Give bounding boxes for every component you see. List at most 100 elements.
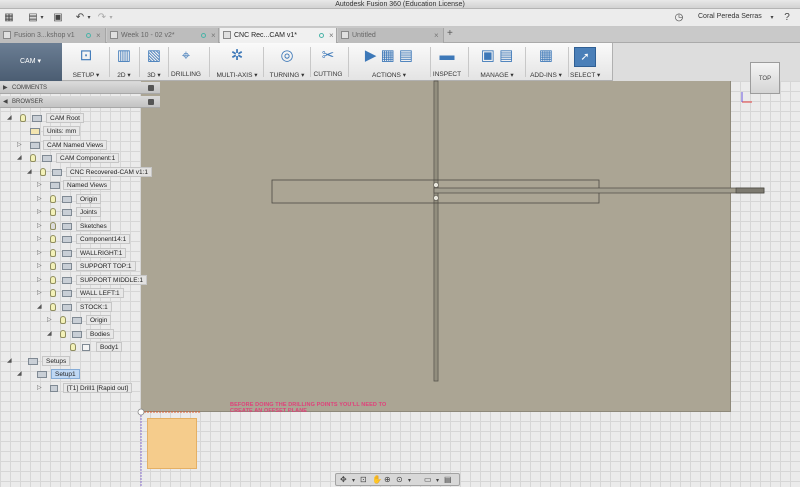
visibility-bulb-icon[interactable]	[30, 154, 36, 162]
tree-node-label: Sketches	[76, 221, 111, 231]
drill-operation-icon	[50, 385, 58, 392]
visibility-bulb-icon[interactable]	[50, 249, 56, 257]
comments-panel-title: COMMENTS	[12, 85, 47, 91]
folder-icon	[32, 115, 42, 122]
component-icon	[52, 169, 62, 176]
tree-node-label: CAM Root	[46, 113, 84, 123]
expand-arrow-icon[interactable]: ▷	[37, 289, 44, 296]
collapse-arrow-icon[interactable]: ◢	[7, 114, 14, 121]
collapse-arrow-icon[interactable]: ◢	[47, 330, 54, 337]
orbit-dropdown-icon[interactable]: ▾	[352, 477, 355, 484]
tree-node-label: Setups	[42, 356, 71, 366]
expand-arrow-icon[interactable]: ▷	[37, 181, 44, 188]
component-icon	[62, 250, 72, 257]
component-icon	[62, 236, 72, 243]
panel-pin-icon[interactable]	[148, 99, 154, 105]
folder-icon	[50, 182, 60, 189]
expand-arrow-icon[interactable]: ▷	[37, 222, 44, 229]
component-icon	[62, 304, 72, 311]
fixture-body[interactable]	[147, 418, 197, 469]
component-icon	[62, 290, 72, 297]
expand-arrow-icon[interactable]: ▶	[3, 82, 8, 94]
drill-point-marker[interactable]	[433, 195, 439, 201]
visibility-bulb-icon[interactable]	[70, 343, 76, 351]
tree-node-label: Component14:1	[76, 234, 131, 244]
tree-node-label: Units: mm	[43, 126, 81, 136]
folder-icon	[62, 196, 72, 203]
visibility-bulb-icon[interactable]	[50, 195, 56, 203]
visibility-bulb-icon[interactable]	[50, 303, 56, 311]
component-icon	[62, 263, 72, 270]
view-cube-axes-icon	[741, 92, 752, 103]
browser-panel-header[interactable]: ◀ BROWSER	[0, 96, 160, 108]
drill-point-marker[interactable]	[433, 182, 439, 188]
folder-icon	[62, 209, 72, 216]
visibility-bulb-icon[interactable]	[40, 168, 46, 176]
fit-icon[interactable]: ⊙	[396, 475, 403, 484]
tree-node-label: WALLRIGHT:1	[76, 248, 127, 258]
folder-icon	[30, 142, 40, 149]
comments-panel-header[interactable]: ▶ COMMENTS	[0, 82, 160, 94]
component-icon	[42, 155, 52, 162]
tree-node-label: Body1	[96, 342, 123, 352]
display-dropdown-icon[interactable]: ▾	[436, 477, 439, 484]
expand-arrow-icon[interactable]: ▷	[37, 262, 44, 269]
grid-settings-icon[interactable]: ▤	[444, 475, 452, 484]
expand-arrow-icon[interactable]: ▷	[37, 276, 44, 283]
tree-node-label: CAM Named Views	[43, 140, 108, 150]
visibility-bulb-icon[interactable]	[50, 235, 56, 243]
orbit-icon[interactable]: ✥	[340, 475, 347, 484]
visibility-bulb-icon[interactable]	[60, 316, 66, 324]
tree-node-label: STOCK:1	[76, 302, 112, 312]
collapse-arrow-icon[interactable]: ◢	[37, 303, 44, 310]
collapse-arrow-icon[interactable]: ◢	[27, 168, 34, 175]
visibility-bulb-icon[interactable]	[50, 208, 56, 216]
viewport-annotation: BEFORE DOING THE DRILLING POINTS YOU'LL …	[230, 402, 387, 414]
units-icon	[30, 128, 40, 135]
collapse-arrow-icon[interactable]: ◢	[17, 370, 24, 377]
tree-node-label: Origin	[86, 315, 112, 325]
visibility-bulb-icon[interactable]	[50, 262, 56, 270]
tree-node-label: Setup1	[51, 369, 80, 379]
look-at-icon[interactable]: ⊡	[360, 475, 367, 484]
expand-arrow-icon[interactable]: ▷	[37, 195, 44, 202]
collapse-arrow-icon[interactable]: ◢	[17, 154, 24, 161]
tree-node-label: SUPPORT MIDDLE:1	[76, 275, 147, 285]
expand-arrow-icon[interactable]: ▷	[47, 316, 54, 323]
collapse-arrow-icon[interactable]: ◢	[7, 357, 14, 364]
origin-point[interactable]	[137, 408, 145, 416]
component-icon	[62, 277, 72, 284]
pan-icon[interactable]: ✋	[372, 475, 382, 484]
expand-arrow-icon[interactable]: ▷	[37, 249, 44, 256]
view-cube[interactable]: TOP	[750, 62, 780, 94]
setups-icon	[28, 358, 38, 365]
panel-pin-icon[interactable]	[148, 85, 154, 91]
visibility-bulb-icon[interactable]	[50, 276, 56, 284]
folder-icon	[62, 223, 72, 230]
rod-end-part[interactable]	[735, 187, 765, 194]
visibility-bulb-icon[interactable]	[20, 114, 26, 122]
navigation-bar: ✥ ▾ ⊡ ✋ ⊕ ⊙ ▾ ▭ ▾ ▤	[335, 473, 460, 486]
visibility-bulb-icon[interactable]	[60, 330, 66, 338]
tree-node-label: CAM Component:1	[56, 153, 120, 163]
tree-node-label: WALL LEFT:1	[76, 288, 124, 298]
browser-panel-title: BROWSER	[12, 99, 44, 105]
expand-arrow-icon[interactable]: ▷	[37, 235, 44, 242]
visibility-bulb-icon[interactable]	[50, 289, 56, 297]
body-icon	[82, 344, 90, 351]
drill-rod-part[interactable]	[433, 187, 765, 194]
view-cube-face-label: TOP	[758, 76, 772, 82]
tree-node-label: Origin	[76, 194, 102, 204]
tree-node-label: SUPPORT TOP:1	[76, 261, 136, 271]
tree-node-label: [T1] Drill1 [Rapid out]	[63, 383, 133, 393]
tree-node-label: Named Views	[63, 180, 111, 190]
zoom-dropdown-icon[interactable]: ▾	[408, 477, 411, 484]
tree-node-label: CNC Recovered-CAM v1:1	[66, 167, 153, 177]
zoom-icon[interactable]: ⊕	[384, 475, 391, 484]
expand-arrow-icon[interactable]: ▷	[37, 208, 44, 215]
display-settings-icon[interactable]: ▭	[424, 475, 432, 484]
collapse-arrow-icon[interactable]: ◀	[3, 96, 8, 108]
visibility-bulb-icon[interactable]	[50, 222, 56, 230]
expand-arrow-icon[interactable]: ▷	[17, 141, 24, 148]
expand-arrow-icon[interactable]: ▷	[37, 384, 44, 391]
